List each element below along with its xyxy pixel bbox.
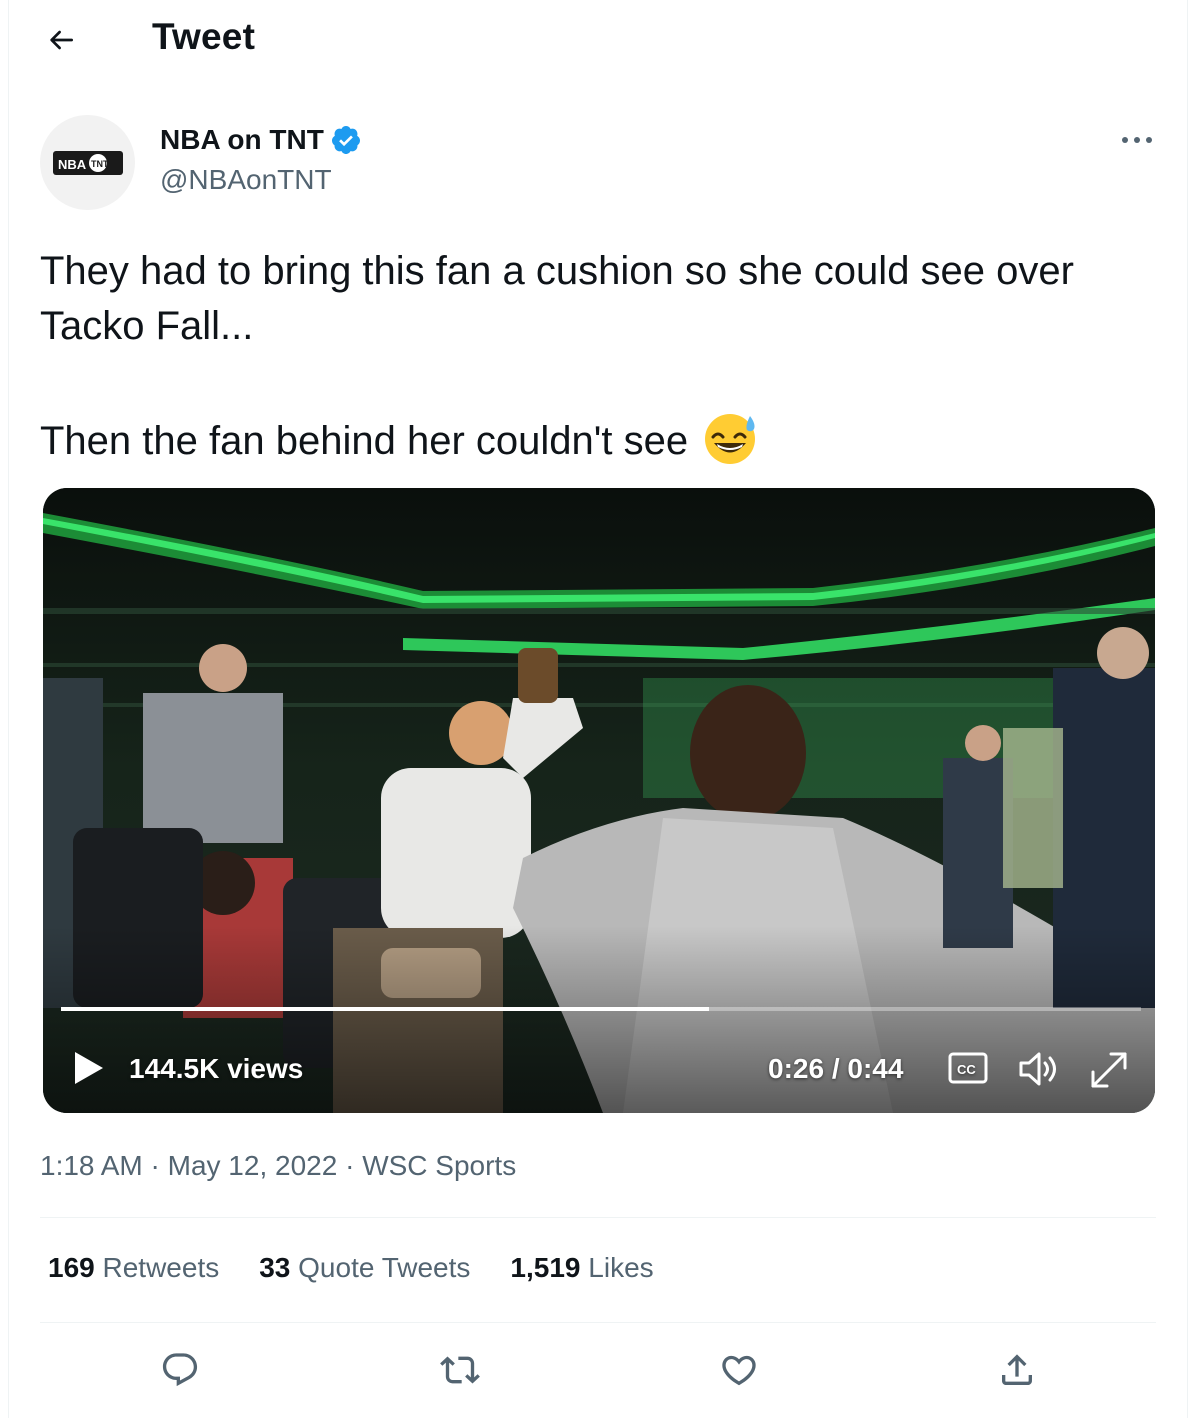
svg-text:CC: CC: [957, 1062, 976, 1077]
meta-separator: ·: [150, 1150, 160, 1181]
divider: [40, 1217, 1156, 1218]
retweets-label: Retweets: [102, 1252, 220, 1283]
video-progress-fill: [61, 1007, 709, 1011]
retweet-button[interactable]: [438, 1348, 482, 1392]
divider: [40, 1322, 1156, 1323]
nba-tnt-logo: NBA TNT: [52, 150, 123, 175]
reply-button[interactable]: [158, 1348, 202, 1392]
arrow-left-icon: [50, 30, 73, 50]
captions-button[interactable]: CC: [948, 1051, 988, 1085]
fullscreen-expand-icon: [1091, 1052, 1127, 1088]
closed-captions-icon: CC: [948, 1052, 988, 1084]
likes-stat[interactable]: 1,519 Likes: [510, 1252, 653, 1284]
video-player[interactable]: 144.5K views 0:26 / 0:44 CC: [43, 488, 1155, 1113]
meta-separator: ·: [345, 1150, 355, 1181]
svg-text:TNT: TNT: [91, 159, 109, 169]
author-handle[interactable]: @NBAonTNT: [160, 164, 332, 196]
tweet-text-line-2: Then the fan behind her couldn't see: [40, 410, 1150, 469]
tweet-header: Tweet: [0, 0, 1200, 80]
play-button[interactable]: [69, 1048, 109, 1088]
retweets-count: 169: [48, 1252, 95, 1283]
tweet-text-line-1: They had to bring this fan a cushion so …: [40, 249, 1074, 348]
like-button[interactable]: [717, 1348, 761, 1392]
retweet-icon: [440, 1356, 480, 1384]
video-frame: [43, 488, 1155, 1113]
video-timestamp: 0:26 / 0:44: [768, 1053, 904, 1084]
tweet-source[interactable]: WSC Sports: [362, 1150, 516, 1181]
retweets-stat[interactable]: 169 Retweets: [48, 1252, 219, 1284]
tweet-date[interactable]: May 12, 2022: [168, 1150, 338, 1181]
volume-button[interactable]: [1017, 1050, 1061, 1088]
more-options-button[interactable]: [1112, 122, 1162, 158]
like-icon: [722, 1355, 756, 1386]
quote-tweets-count: 33: [259, 1252, 291, 1283]
likes-label: Likes: [588, 1252, 654, 1283]
likes-count: 1,519: [510, 1252, 581, 1283]
speaker-icon: [1019, 1052, 1056, 1086]
tweet-metadata: 1:18 AM · May 12, 2022 · WSC Sports: [40, 1150, 516, 1182]
avatar[interactable]: NBA TNT: [40, 115, 135, 210]
tweet-stats: 169 Retweets 33 Quote Tweets 1,519 Likes: [48, 1252, 694, 1284]
play-icon: [75, 1052, 103, 1084]
more-dots-icon: [1122, 137, 1152, 143]
video-view-count: 144.5K views: [129, 1053, 304, 1084]
share-button[interactable]: [995, 1348, 1039, 1392]
verified-badge-icon: [331, 126, 360, 154]
tweet-text-line-2-text: Then the fan behind her couldn't see: [40, 419, 689, 463]
tweet-time[interactable]: 1:18 AM: [40, 1150, 143, 1181]
reply-icon: [162, 1353, 198, 1387]
share-icon: [1002, 1354, 1032, 1385]
tweet-actions-bar: [0, 1340, 1200, 1400]
svg-text:NBA: NBA: [58, 157, 87, 172]
quote-tweets-stat[interactable]: 33 Quote Tweets: [259, 1252, 470, 1284]
back-button[interactable]: [36, 18, 86, 62]
quote-tweets-label: Quote Tweets: [298, 1252, 471, 1283]
author-name-text: NBA on TNT: [160, 124, 324, 155]
page-title: Tweet: [152, 16, 256, 57]
author-name[interactable]: NBA on TNT: [160, 124, 362, 156]
tweet-text: They had to bring this fan a cushion so …: [40, 244, 1150, 469]
video-progress-bar[interactable]: [61, 1007, 1141, 1011]
fullscreen-button[interactable]: [1087, 1048, 1131, 1092]
grinning-sweat-emoji-icon: [705, 414, 756, 464]
